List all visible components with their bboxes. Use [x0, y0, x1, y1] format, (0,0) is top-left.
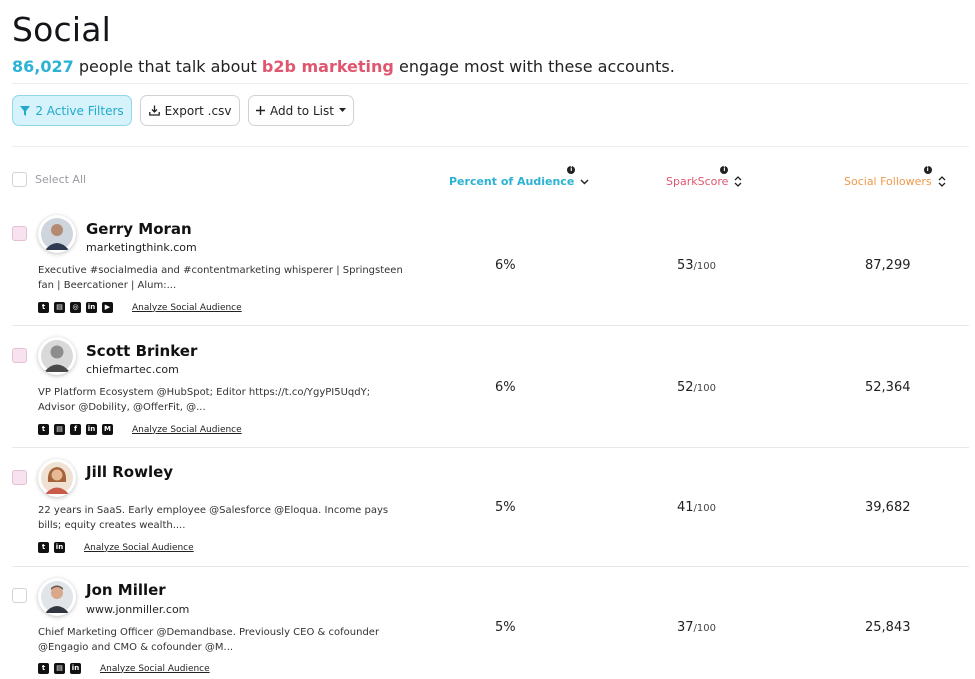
- column-label: SparkScore: [666, 175, 729, 188]
- summary-text-after: engage most with these accounts.: [398, 57, 675, 76]
- analyze-social-audience-link[interactable]: Analyze Social Audience: [100, 664, 210, 674]
- percent-of-audience: 6%: [495, 380, 516, 395]
- add-to-list-button[interactable]: Add to List: [248, 95, 354, 126]
- twitter-icon[interactable]: t: [38, 542, 49, 553]
- page-title: Social: [12, 10, 112, 49]
- export-csv-label: Export .csv: [164, 103, 232, 118]
- avatar: [38, 337, 76, 375]
- website-icon[interactable]: ▤: [54, 302, 65, 313]
- social-followers: 52,364: [865, 380, 911, 395]
- select-all-checkbox[interactable]: [12, 172, 27, 187]
- row-checkbox[interactable]: [12, 348, 27, 363]
- row-divider: [12, 566, 969, 567]
- add-to-list-label: Add to List: [270, 103, 334, 118]
- sparkscore: 52/100: [677, 380, 716, 395]
- twitter-icon[interactable]: t: [38, 302, 49, 313]
- analyze-social-audience-link[interactable]: Analyze Social Audience: [132, 425, 242, 435]
- row-checkbox[interactable]: [12, 226, 27, 241]
- account-bio: Executive #socialmedia and #contentmarke…: [38, 265, 403, 291]
- account-name[interactable]: Scott Brinker: [86, 342, 197, 360]
- column-header-social-followers[interactable]: Social Followers i: [844, 166, 946, 188]
- linkedin-icon[interactable]: in: [86, 424, 97, 435]
- account-bio: VP Platform Ecosystem @HubSpot; Editor h…: [38, 387, 371, 413]
- avatar: [38, 459, 76, 497]
- twitter-icon[interactable]: t: [38, 663, 49, 674]
- instagram-icon[interactable]: ◎: [70, 302, 81, 313]
- social-links: t ▤ f in M Analyze Social Audience: [38, 424, 242, 435]
- divider: [12, 83, 969, 84]
- info-icon[interactable]: i: [923, 166, 932, 174]
- audience-summary: 86,027 people that talk about b2b market…: [12, 57, 675, 76]
- sparkscore-value: 52: [677, 380, 694, 395]
- sparkscore-value: 53: [677, 258, 694, 273]
- website-icon[interactable]: ▤: [54, 663, 65, 674]
- avatar: [38, 215, 76, 253]
- website-icon[interactable]: ▤: [54, 424, 65, 435]
- social-followers: 39,682: [865, 500, 911, 515]
- audience-count: 86,027: [12, 57, 74, 76]
- select-all-control[interactable]: Select All: [12, 172, 86, 187]
- info-icon[interactable]: i: [720, 166, 729, 174]
- active-filters-label: 2 Active Filters: [35, 103, 124, 118]
- sort-icon: [734, 176, 742, 187]
- sparkscore: 41/100: [677, 500, 716, 515]
- account-website[interactable]: chiefmartec.com: [86, 363, 179, 376]
- column-header-sparkscore[interactable]: SparkScore i: [666, 166, 742, 188]
- topic-keyword: b2b marketing: [261, 57, 394, 76]
- caret-down-icon: [338, 108, 346, 112]
- info-icon[interactable]: i: [567, 166, 576, 174]
- medium-icon[interactable]: M: [102, 424, 113, 435]
- percent-of-audience: 6%: [495, 258, 516, 273]
- social-links: t ▤ in Analyze Social Audience: [38, 663, 210, 674]
- account-website[interactable]: marketingthink.com: [86, 241, 197, 254]
- divider: [12, 146, 969, 147]
- filter-icon: [20, 105, 31, 116]
- account-website[interactable]: www.jonmiller.com: [86, 603, 189, 616]
- export-csv-button[interactable]: Export .csv: [140, 95, 240, 126]
- sparkscore: 37/100: [677, 620, 716, 635]
- twitter-icon[interactable]: t: [38, 424, 49, 435]
- column-header-percent-of-audience[interactable]: Percent of Audience i: [449, 166, 589, 188]
- plus-icon: [256, 106, 266, 115]
- percent-of-audience: 5%: [495, 620, 516, 635]
- youtube-icon[interactable]: ▶: [102, 302, 113, 313]
- account-name[interactable]: Gerry Moran: [86, 220, 192, 238]
- account-bio: Chief Marketing Officer @Demandbase. Pre…: [38, 627, 380, 653]
- chevron-down-icon: [580, 179, 589, 184]
- row-divider: [12, 447, 969, 448]
- linkedin-icon[interactable]: in: [86, 302, 97, 313]
- linkedin-icon[interactable]: in: [54, 542, 65, 553]
- column-label: Percent of Audience: [449, 175, 575, 188]
- analyze-social-audience-link[interactable]: Analyze Social Audience: [132, 303, 242, 313]
- account-bio: 22 years in SaaS. Early employee @Salesf…: [38, 505, 389, 531]
- social-followers: 87,299: [865, 258, 911, 273]
- sort-icon: [938, 176, 946, 187]
- select-all-label: Select All: [35, 173, 87, 186]
- active-filters-button[interactable]: 2 Active Filters: [12, 95, 132, 126]
- sparkscore-value: 41: [677, 500, 694, 515]
- analyze-social-audience-link[interactable]: Analyze Social Audience: [84, 543, 194, 553]
- account-name[interactable]: Jill Rowley: [86, 463, 173, 481]
- column-label: Social Followers: [844, 175, 932, 188]
- social-links: t ▤ ◎ in ▶ Analyze Social Audience: [38, 302, 242, 313]
- download-icon: [148, 105, 160, 116]
- account-name[interactable]: Jon Miller: [86, 581, 166, 599]
- sparkscore-max: /100: [693, 261, 717, 272]
- sparkscore-value: 37: [677, 620, 694, 635]
- facebook-icon[interactable]: f: [70, 424, 81, 435]
- sparkscore: 53/100: [677, 258, 716, 273]
- summary-text-before: people that talk about: [78, 57, 257, 76]
- row-checkbox[interactable]: [12, 470, 27, 485]
- sparkscore-max: /100: [693, 383, 717, 394]
- social-links: t in Analyze Social Audience: [38, 542, 194, 553]
- sparkscore-max: /100: [693, 623, 717, 634]
- social-followers: 25,843: [865, 620, 911, 635]
- row-checkbox[interactable]: [12, 588, 27, 603]
- avatar: [38, 578, 76, 616]
- percent-of-audience: 5%: [495, 500, 516, 515]
- row-divider: [12, 325, 969, 326]
- sparkscore-max: /100: [693, 503, 717, 514]
- linkedin-icon[interactable]: in: [70, 663, 81, 674]
